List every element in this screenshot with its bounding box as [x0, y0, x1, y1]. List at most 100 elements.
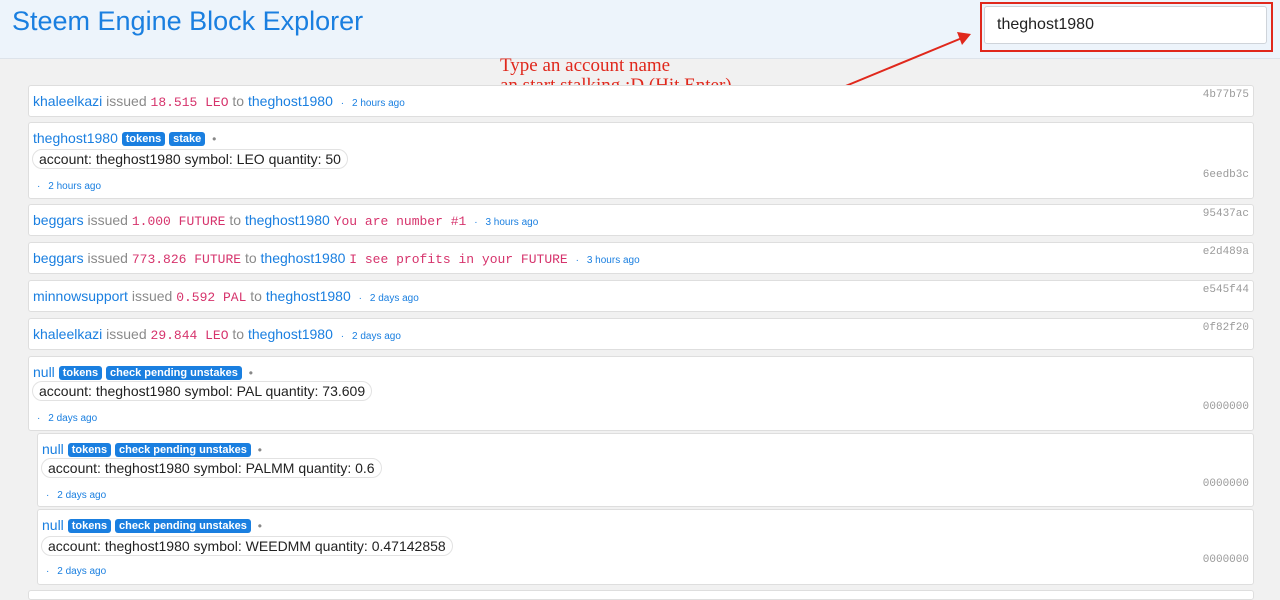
transaction-card: khaleelkazi issued 29.844 LEO to theghos…	[28, 318, 1254, 350]
memo: I see profits in your FUTURE	[349, 252, 568, 267]
transaction-card	[28, 590, 1254, 600]
to-account-link[interactable]: theghost1980	[266, 288, 351, 304]
to-word: to	[232, 326, 245, 342]
memo: You are number #1	[333, 214, 467, 229]
time-line: · 2 days ago	[42, 561, 106, 577]
timestamp-link[interactable]: 2 days ago	[57, 566, 106, 577]
tokens-badge[interactable]: tokens	[67, 519, 112, 533]
transaction-line: beggars issued 1.000 FUTURE to theghost1…	[33, 212, 538, 229]
transaction-line: khaleelkazi issued 18.515 LEO to theghos…	[33, 93, 405, 110]
tx-hash-link[interactable]: 0f82f20	[1203, 322, 1249, 334]
to-account-link[interactable]: theghost1980	[261, 250, 346, 266]
transaction-line: khaleelkazi issued 29.844 LEO to theghos…	[33, 326, 401, 343]
transaction-card: beggars issued 773.826 FUTURE to theghos…	[28, 242, 1254, 274]
separator: ·	[474, 217, 478, 228]
bullet: •	[248, 366, 253, 380]
separator: ·	[46, 566, 50, 577]
account-link[interactable]: null	[42, 441, 64, 457]
from-account-link[interactable]: khaleelkazi	[33, 326, 102, 342]
transaction-line: null tokens check pending unstakes •	[42, 441, 262, 457]
action-verb: issued	[106, 93, 147, 109]
bullet: •	[212, 132, 217, 146]
transaction-card: null tokens check pending unstakes • acc…	[28, 356, 1254, 431]
stake-badge[interactable]: stake	[169, 132, 206, 146]
bullet: •	[257, 519, 262, 533]
transaction-line: null tokens check pending unstakes •	[42, 517, 262, 533]
tx-hash-link[interactable]: 0000000	[1203, 478, 1249, 490]
tx-hash-link[interactable]: e2d489a	[1203, 246, 1249, 258]
separator: ·	[358, 293, 362, 304]
header: Steem Engine Block Explorer	[0, 0, 1280, 59]
annotation-line-1: Type an account name	[500, 55, 671, 76]
from-account-link[interactable]: khaleelkazi	[33, 93, 102, 109]
action-verb: issued	[87, 212, 128, 228]
timestamp-link[interactable]: 2 days ago	[48, 413, 97, 424]
search-input[interactable]	[984, 6, 1267, 44]
tokens-badge[interactable]: tokens	[67, 443, 112, 457]
to-word: to	[229, 212, 242, 228]
account-link[interactable]: null	[42, 517, 64, 533]
transaction-card: null tokens check pending unstakes • acc…	[37, 509, 1254, 585]
timestamp-link[interactable]: 2 days ago	[57, 490, 106, 501]
bullet: •	[257, 443, 262, 457]
transaction-line: minnowsupport issued 0.592 PAL to thegho…	[33, 288, 419, 305]
transaction-card: theghost1980 tokens stake • account: the…	[28, 122, 1254, 199]
timestamp-link[interactable]: 3 hours ago	[485, 217, 538, 228]
amount: 1.000 FUTURE	[131, 214, 226, 229]
timestamp-link[interactable]: 2 hours ago	[352, 98, 405, 109]
separator: ·	[340, 98, 345, 109]
tx-hash-link[interactable]: 0000000	[1203, 401, 1249, 413]
transaction-card: khaleelkazi issued 18.515 LEO to theghos…	[28, 85, 1254, 117]
params-pill: account: theghost1980 symbol: LEO quanti…	[32, 149, 348, 169]
to-account-link[interactable]: theghost1980	[248, 93, 333, 109]
params-pill: account: theghost1980 symbol: WEEDMM qua…	[41, 536, 453, 556]
time-line: · 2 days ago	[33, 408, 97, 424]
from-account-link[interactable]: beggars	[33, 212, 84, 228]
transaction-card: minnowsupport issued 0.592 PAL to thegho…	[28, 280, 1254, 312]
check-pending-unstakes-badge[interactable]: check pending unstakes	[115, 519, 251, 533]
timestamp-link[interactable]: 2 hours ago	[48, 181, 101, 192]
separator: ·	[46, 490, 50, 501]
to-word: to	[232, 93, 245, 109]
to-account-link[interactable]: theghost1980	[248, 326, 333, 342]
from-account-link[interactable]: beggars	[33, 250, 84, 266]
to-word: to	[244, 250, 257, 266]
check-pending-unstakes-badge[interactable]: check pending unstakes	[106, 366, 242, 380]
to-account-link[interactable]: theghost1980	[245, 212, 330, 228]
tx-hash-link[interactable]: 95437ac	[1203, 208, 1249, 220]
amount: 0.592 PAL	[176, 290, 247, 305]
action-verb: issued	[87, 250, 128, 266]
separator: ·	[37, 181, 41, 192]
action-verb: issued	[131, 288, 173, 304]
tx-hash-link[interactable]: 6eedb3c	[1203, 169, 1249, 181]
tokens-badge[interactable]: tokens	[121, 132, 166, 146]
transaction-card: beggars issued 1.000 FUTURE to theghost1…	[28, 204, 1254, 236]
from-account-link[interactable]: minnowsupport	[33, 288, 128, 304]
transaction-line: beggars issued 773.826 FUTURE to theghos…	[33, 250, 640, 267]
separator: ·	[340, 331, 345, 342]
account-link[interactable]: theghost1980	[33, 130, 118, 146]
amount: 773.826 FUTURE	[131, 252, 242, 267]
transaction-card: null tokens check pending unstakes • acc…	[37, 433, 1254, 507]
action-verb: issued	[106, 326, 147, 342]
params-pill: account: theghost1980 symbol: PAL quanti…	[32, 381, 373, 401]
account-link[interactable]: null	[33, 364, 55, 380]
transaction-line: theghost1980 tokens stake •	[33, 130, 216, 146]
separator: ·	[575, 255, 579, 266]
tx-hash-link[interactable]: 0000000	[1203, 554, 1249, 566]
time-line: · 2 days ago	[42, 485, 106, 501]
params-pill: account: theghost1980 symbol: PALMM quan…	[41, 458, 382, 478]
tx-hash-link[interactable]: e545f44	[1203, 284, 1249, 296]
timestamp-link[interactable]: 3 hours ago	[587, 255, 640, 266]
separator: ·	[37, 413, 41, 424]
timestamp-link[interactable]: 2 days ago	[370, 293, 419, 304]
tx-hash-link[interactable]: 4b77b75	[1203, 89, 1249, 101]
page-title[interactable]: Steem Engine Block Explorer	[12, 6, 363, 37]
time-line: · 2 hours ago	[33, 176, 101, 192]
to-word: to	[250, 288, 262, 304]
transaction-line: null tokens check pending unstakes •	[33, 364, 253, 380]
timestamp-link[interactable]: 2 days ago	[352, 331, 401, 342]
search-highlight-box	[980, 2, 1273, 52]
tokens-badge[interactable]: tokens	[58, 366, 103, 380]
check-pending-unstakes-badge[interactable]: check pending unstakes	[115, 443, 251, 457]
